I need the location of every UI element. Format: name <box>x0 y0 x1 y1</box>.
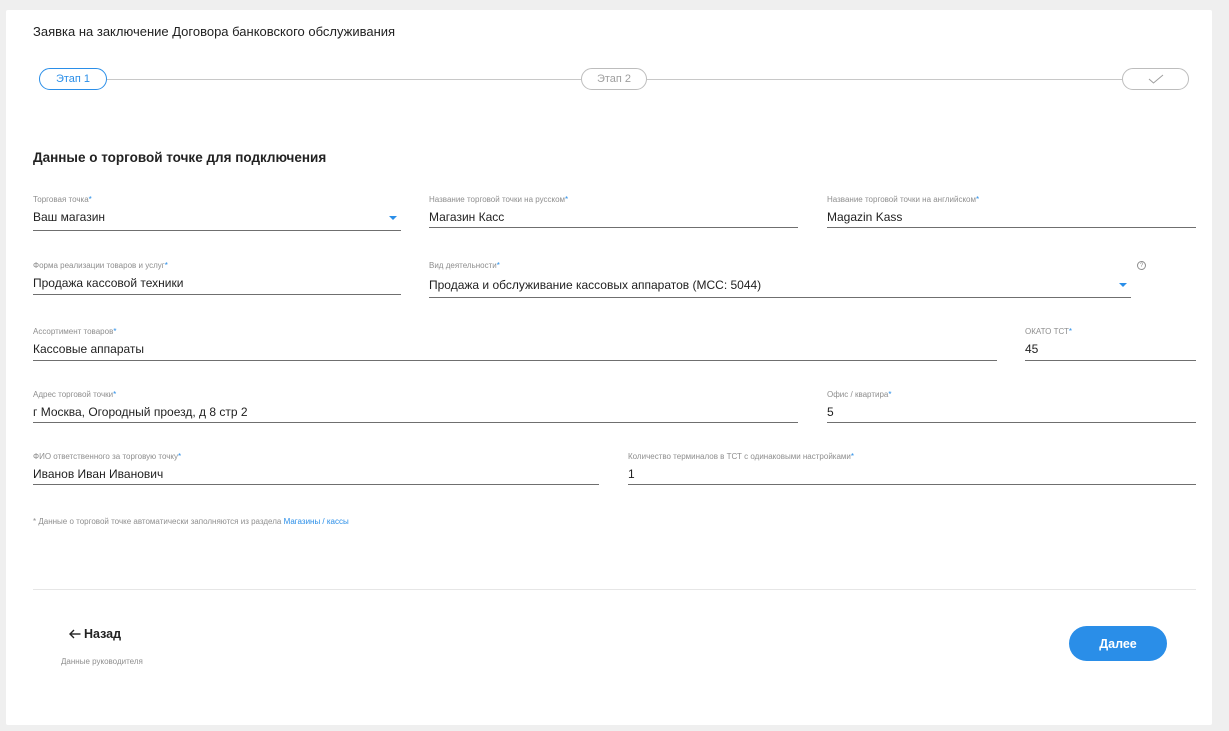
back-subtitle: Данные руководителя <box>61 657 143 666</box>
required-mark: * <box>113 390 117 399</box>
sales-form-value: Продажа кассовой техники <box>33 276 184 290</box>
required-mark: * <box>178 452 182 461</box>
field-underline <box>33 360 997 361</box>
step-connector <box>647 79 1122 80</box>
field-underline <box>827 422 1196 423</box>
field-label: ФИО ответственного за торговую точку <box>33 452 179 461</box>
assortment-value: Кассовые аппараты <box>33 342 145 356</box>
field-underline <box>33 230 401 231</box>
help-icon[interactable]: ? <box>1137 261 1146 270</box>
name-ru-field[interactable]: Название торговой точки на русском* Мага… <box>429 195 798 231</box>
okato-field[interactable]: ОКАТО ТСТ* 45 <box>1025 327 1196 363</box>
step-final-pill[interactable] <box>1122 68 1189 90</box>
field-label: ОКАТО ТСТ <box>1025 327 1069 336</box>
field-label: Ассортимент товаров <box>33 327 114 336</box>
field-underline <box>429 227 798 228</box>
outlet-value: Ваш магазин <box>33 210 106 224</box>
required-mark: * <box>164 261 168 270</box>
field-label: Вид деятельности <box>429 261 497 270</box>
step-connector <box>107 79 581 80</box>
assortment-field[interactable]: Ассортимент товаров* Кассовые аппараты <box>33 327 997 363</box>
next-button[interactable]: Далее <box>1069 626 1167 661</box>
required-mark: * <box>850 452 854 461</box>
required-mark: * <box>1068 327 1072 336</box>
okato-value: 45 <box>1025 342 1039 356</box>
activity-value: Продажа и обслуживание кассовых аппарато… <box>429 278 762 292</box>
step-1-pill[interactable]: Этап 1 <box>39 68 107 90</box>
page-title: Заявка на заключение Договора банковског… <box>33 24 396 39</box>
activity-select[interactable]: Вид деятельности* Продажа и обслуживание… <box>429 261 1131 298</box>
terminals-value: 1 <box>628 467 635 481</box>
office-field[interactable]: Офис / квартира* 5 <box>827 390 1196 426</box>
chevron-down-icon[interactable] <box>1119 283 1127 287</box>
shops-link[interactable]: Магазины / кассы <box>284 517 349 526</box>
field-underline <box>827 227 1196 228</box>
back-label: Назад <box>84 627 122 641</box>
required-mark: * <box>88 195 92 204</box>
required-mark: * <box>565 195 569 204</box>
field-underline <box>33 294 401 295</box>
arrow-left-icon <box>69 629 81 639</box>
required-mark: * <box>113 327 117 336</box>
outlet-select[interactable]: Торговая точка* Ваш магазин <box>33 195 401 231</box>
field-underline <box>33 484 599 485</box>
terminals-field[interactable]: Количество терминалов в ТСТ с одинаковым… <box>628 452 1196 488</box>
required-mark: * <box>496 261 500 270</box>
field-underline <box>1025 360 1196 361</box>
field-label: Название торговой точки на английском <box>827 195 976 204</box>
field-underline <box>628 484 1196 485</box>
address-field[interactable]: Адрес торговой точки* г Москва, Огородны… <box>33 390 798 426</box>
field-label: Адрес торговой точки <box>33 390 114 399</box>
field-underline <box>429 297 1131 298</box>
field-underline <box>33 422 798 423</box>
form-card: Заявка на заключение Договора банковског… <box>6 10 1212 725</box>
field-label: Количество терминалов в ТСТ с одинаковым… <box>628 452 851 461</box>
office-value: 5 <box>827 405 834 419</box>
field-label: Название торговой точки на русском <box>429 195 566 204</box>
step-2-pill[interactable]: Этап 2 <box>581 68 647 90</box>
required-mark: * <box>888 390 892 399</box>
footnote: * Данные о торговой точке автоматически … <box>33 517 349 526</box>
field-label: Форма реализации товаров и услуг <box>33 261 165 270</box>
required-mark: * <box>976 195 980 204</box>
field-label: Офис / квартира <box>827 390 889 399</box>
check-icon <box>1148 74 1163 84</box>
back-button[interactable]: Назад <box>69 627 121 641</box>
footnote-text: * Данные о торговой точке автоматически … <box>33 517 284 526</box>
name-en-value: Magazin Kass <box>827 210 903 224</box>
responsible-field[interactable]: ФИО ответственного за торговую точку* Ив… <box>33 452 599 488</box>
divider <box>33 589 1196 590</box>
name-en-field[interactable]: Название торговой точки на английском* M… <box>827 195 1196 231</box>
chevron-down-icon[interactable] <box>389 216 397 220</box>
address-value: г Москва, Огородный проезд, д 8 стр 2 <box>33 405 248 419</box>
name-ru-value: Магазин Касс <box>429 210 505 224</box>
section-title: Данные о торговой точке для подключения <box>33 150 327 165</box>
responsible-value: Иванов Иван Иванович <box>33 467 164 481</box>
field-label: Торговая точка <box>33 195 89 204</box>
sales-form-field[interactable]: Форма реализации товаров и услуг* Продаж… <box>33 261 401 297</box>
